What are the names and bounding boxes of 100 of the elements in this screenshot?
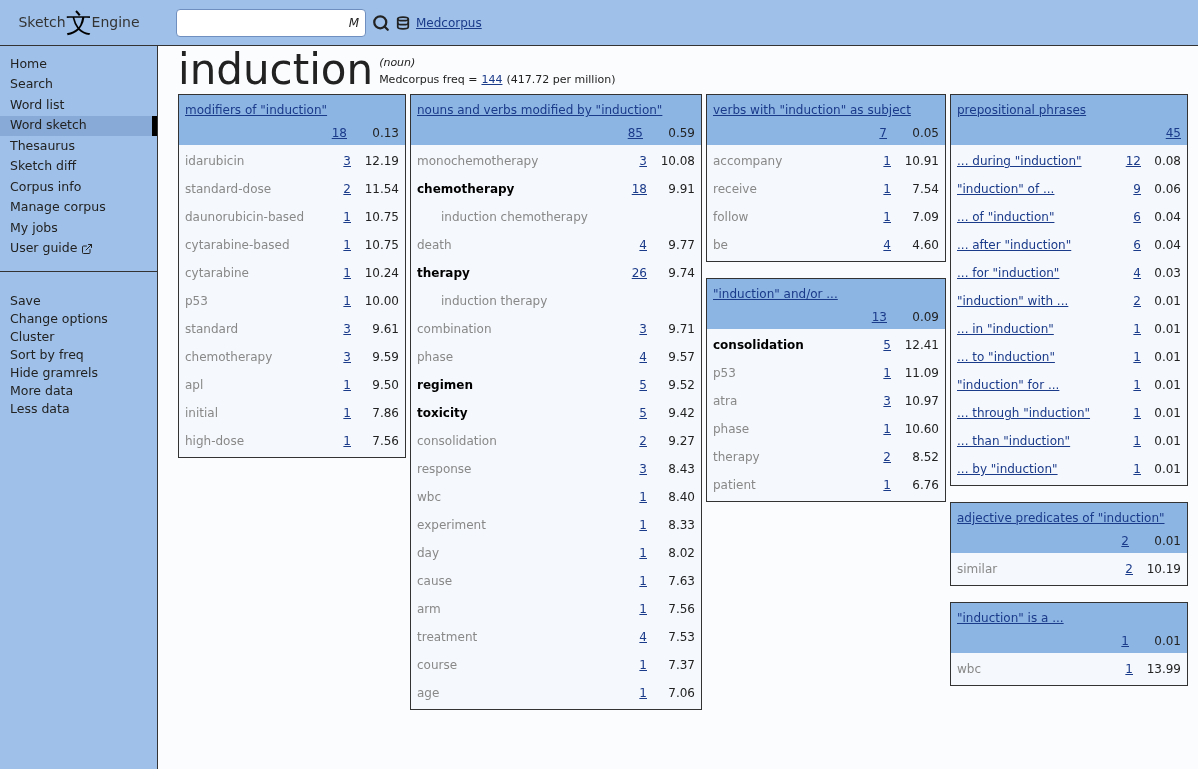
frequency-link[interactable]: 1 [867,208,891,226]
frequency-link[interactable]: 1 [327,264,351,282]
sidebar-item[interactable]: Cluster [0,328,157,346]
phrase-link[interactable]: "induction" for ... [957,376,1113,394]
frequency-link[interactable]: 26 [623,264,647,282]
frequency-link[interactable]: 2 [1109,560,1133,578]
frequency-link[interactable]: 1 [867,152,891,170]
sidebar-item[interactable]: Save [0,292,157,310]
corpus-link[interactable]: Medcorpus [416,13,482,32]
sidebar-item[interactable]: Word list [0,95,157,116]
phrase-link[interactable]: ... through "induction" [957,404,1113,422]
phrase-link[interactable]: "induction" of ... [957,180,1113,198]
frequency-link[interactable]: 1 [1109,660,1133,678]
sidebar-item[interactable]: Hide gramrels [0,364,157,382]
frequency-link[interactable]: 1 [623,544,647,562]
frequency-link[interactable]: 144 [481,71,503,88]
frequency-link[interactable]: 1 [1121,376,1141,394]
phrase-link[interactable]: ... in "induction" [957,320,1113,338]
gramrel-count-link[interactable]: 18 [331,124,347,142]
frequency-link[interactable]: 1 [867,476,891,494]
frequency-link[interactable]: 1 [327,376,351,394]
frequency-link[interactable]: 1 [327,292,351,310]
gramrel-count-link[interactable]: 7 [879,124,887,142]
sidebar-item[interactable]: Thesaurus [0,136,157,157]
sidebar-item[interactable]: More data [0,382,157,400]
frequency-link[interactable]: 2 [867,448,891,466]
frequency-link[interactable]: 3 [623,320,647,338]
frequency-link[interactable]: 5 [867,336,891,354]
frequency-link[interactable]: 2 [327,180,351,198]
gramrel-title-link[interactable]: adjective predicates of "induction" [957,509,1165,527]
frequency-link[interactable]: 2 [623,432,647,450]
frequency-link[interactable]: 1 [1121,460,1141,478]
gramrel-title-link[interactable]: "induction" and/or ... [713,285,838,303]
frequency-link[interactable]: 9 [1121,180,1141,198]
sidebar-item[interactable]: Change options [0,310,157,328]
frequency-link[interactable]: 3 [867,392,891,410]
frequency-link[interactable]: 1 [867,364,891,382]
search-icon[interactable] [372,13,390,32]
frequency-link[interactable]: 1 [1121,320,1141,338]
gramrel-title-link[interactable]: nouns and verbs modified by "induction" [417,101,663,119]
frequency-link[interactable]: 1 [1121,404,1141,422]
frequency-link[interactable]: 4 [623,236,647,254]
sidebar-item[interactable]: Sort by freq [0,346,157,364]
sidebar-item[interactable]: User guide [0,238,157,259]
phrase-link[interactable]: ... to "induction" [957,348,1113,366]
frequency-link[interactable]: 3 [327,152,351,170]
frequency-link[interactable]: 1 [1121,348,1141,366]
frequency-link[interactable]: 6 [1121,208,1141,226]
frequency-link[interactable]: 1 [623,572,647,590]
frequency-link[interactable]: 1 [867,420,891,438]
frequency-link[interactable]: 1 [623,600,647,618]
sidebar-item[interactable]: Sketch diff [0,156,157,177]
gramrel-title-link[interactable]: verbs with "induction" as subject [713,101,911,119]
frequency-link[interactable]: 4 [623,628,647,646]
frequency-link[interactable]: 3 [327,320,351,338]
frequency-link[interactable]: 4 [867,236,891,254]
frequency-link[interactable]: 1 [327,236,351,254]
frequency-link[interactable]: 3 [327,348,351,366]
phrase-link[interactable]: ... during "induction" [957,152,1113,170]
frequency-link[interactable]: 1 [623,656,647,674]
frequency-link[interactable]: 6 [1121,236,1141,254]
frequency-link[interactable]: 1 [623,684,647,702]
phrase-link[interactable]: ... than "induction" [957,432,1113,450]
frequency-link[interactable]: 1 [867,180,891,198]
gramrel-count-link[interactable]: 85 [627,124,643,142]
gramrel-title-link[interactable]: "induction" is a ... [957,609,1064,627]
frequency-link[interactable]: 3 [623,460,647,478]
sidebar-item[interactable]: Search [0,74,157,95]
frequency-link[interactable]: 2 [1121,292,1141,310]
gramrel-count-link[interactable]: 45 [1165,124,1181,142]
phrase-link[interactable]: ... of "induction" [957,208,1113,226]
frequency-link[interactable]: 4 [1121,264,1141,282]
sidebar-item[interactable]: Word sketch [0,115,157,136]
phrase-link[interactable]: ... for "induction" [957,264,1113,282]
sidebar-item[interactable]: Home [0,54,157,75]
sidebar-item[interactable]: Manage corpus [0,197,157,218]
gramrel-title-link[interactable]: prepositional phrases [957,101,1087,119]
frequency-link[interactable]: 5 [623,376,647,394]
sidebar-item[interactable]: Corpus info [0,177,157,198]
phrase-link[interactable]: ... by "induction" [957,460,1113,478]
frequency-link[interactable]: 12 [1121,152,1141,170]
frequency-link[interactable]: 18 [623,180,647,198]
frequency-link[interactable]: 1 [623,488,647,506]
phrase-link[interactable]: ... after "induction" [957,236,1113,254]
frequency-link[interactable]: 3 [623,152,647,170]
frequency-link[interactable]: 1 [1121,432,1141,450]
gramrel-title-link[interactable]: modifiers of "induction" [185,101,328,119]
search-field[interactable]: M [176,8,366,37]
frequency-link[interactable]: 1 [623,516,647,534]
frequency-link[interactable]: 5 [623,404,647,422]
sidebar-item[interactable]: Less data [0,400,157,418]
sidebar-item[interactable]: My jobs [0,218,157,239]
frequency-link[interactable]: 4 [623,348,647,366]
gramrel-count-link[interactable]: 1 [1121,632,1129,650]
frequency-link[interactable]: 1 [327,404,351,422]
frequency-link[interactable]: 1 [327,432,351,450]
phrase-link[interactable]: "induction" with ... [957,292,1113,310]
gramrel-count-link[interactable]: 13 [871,308,887,326]
gramrel-count-link[interactable]: 2 [1121,532,1129,550]
frequency-link[interactable]: 1 [327,208,351,226]
